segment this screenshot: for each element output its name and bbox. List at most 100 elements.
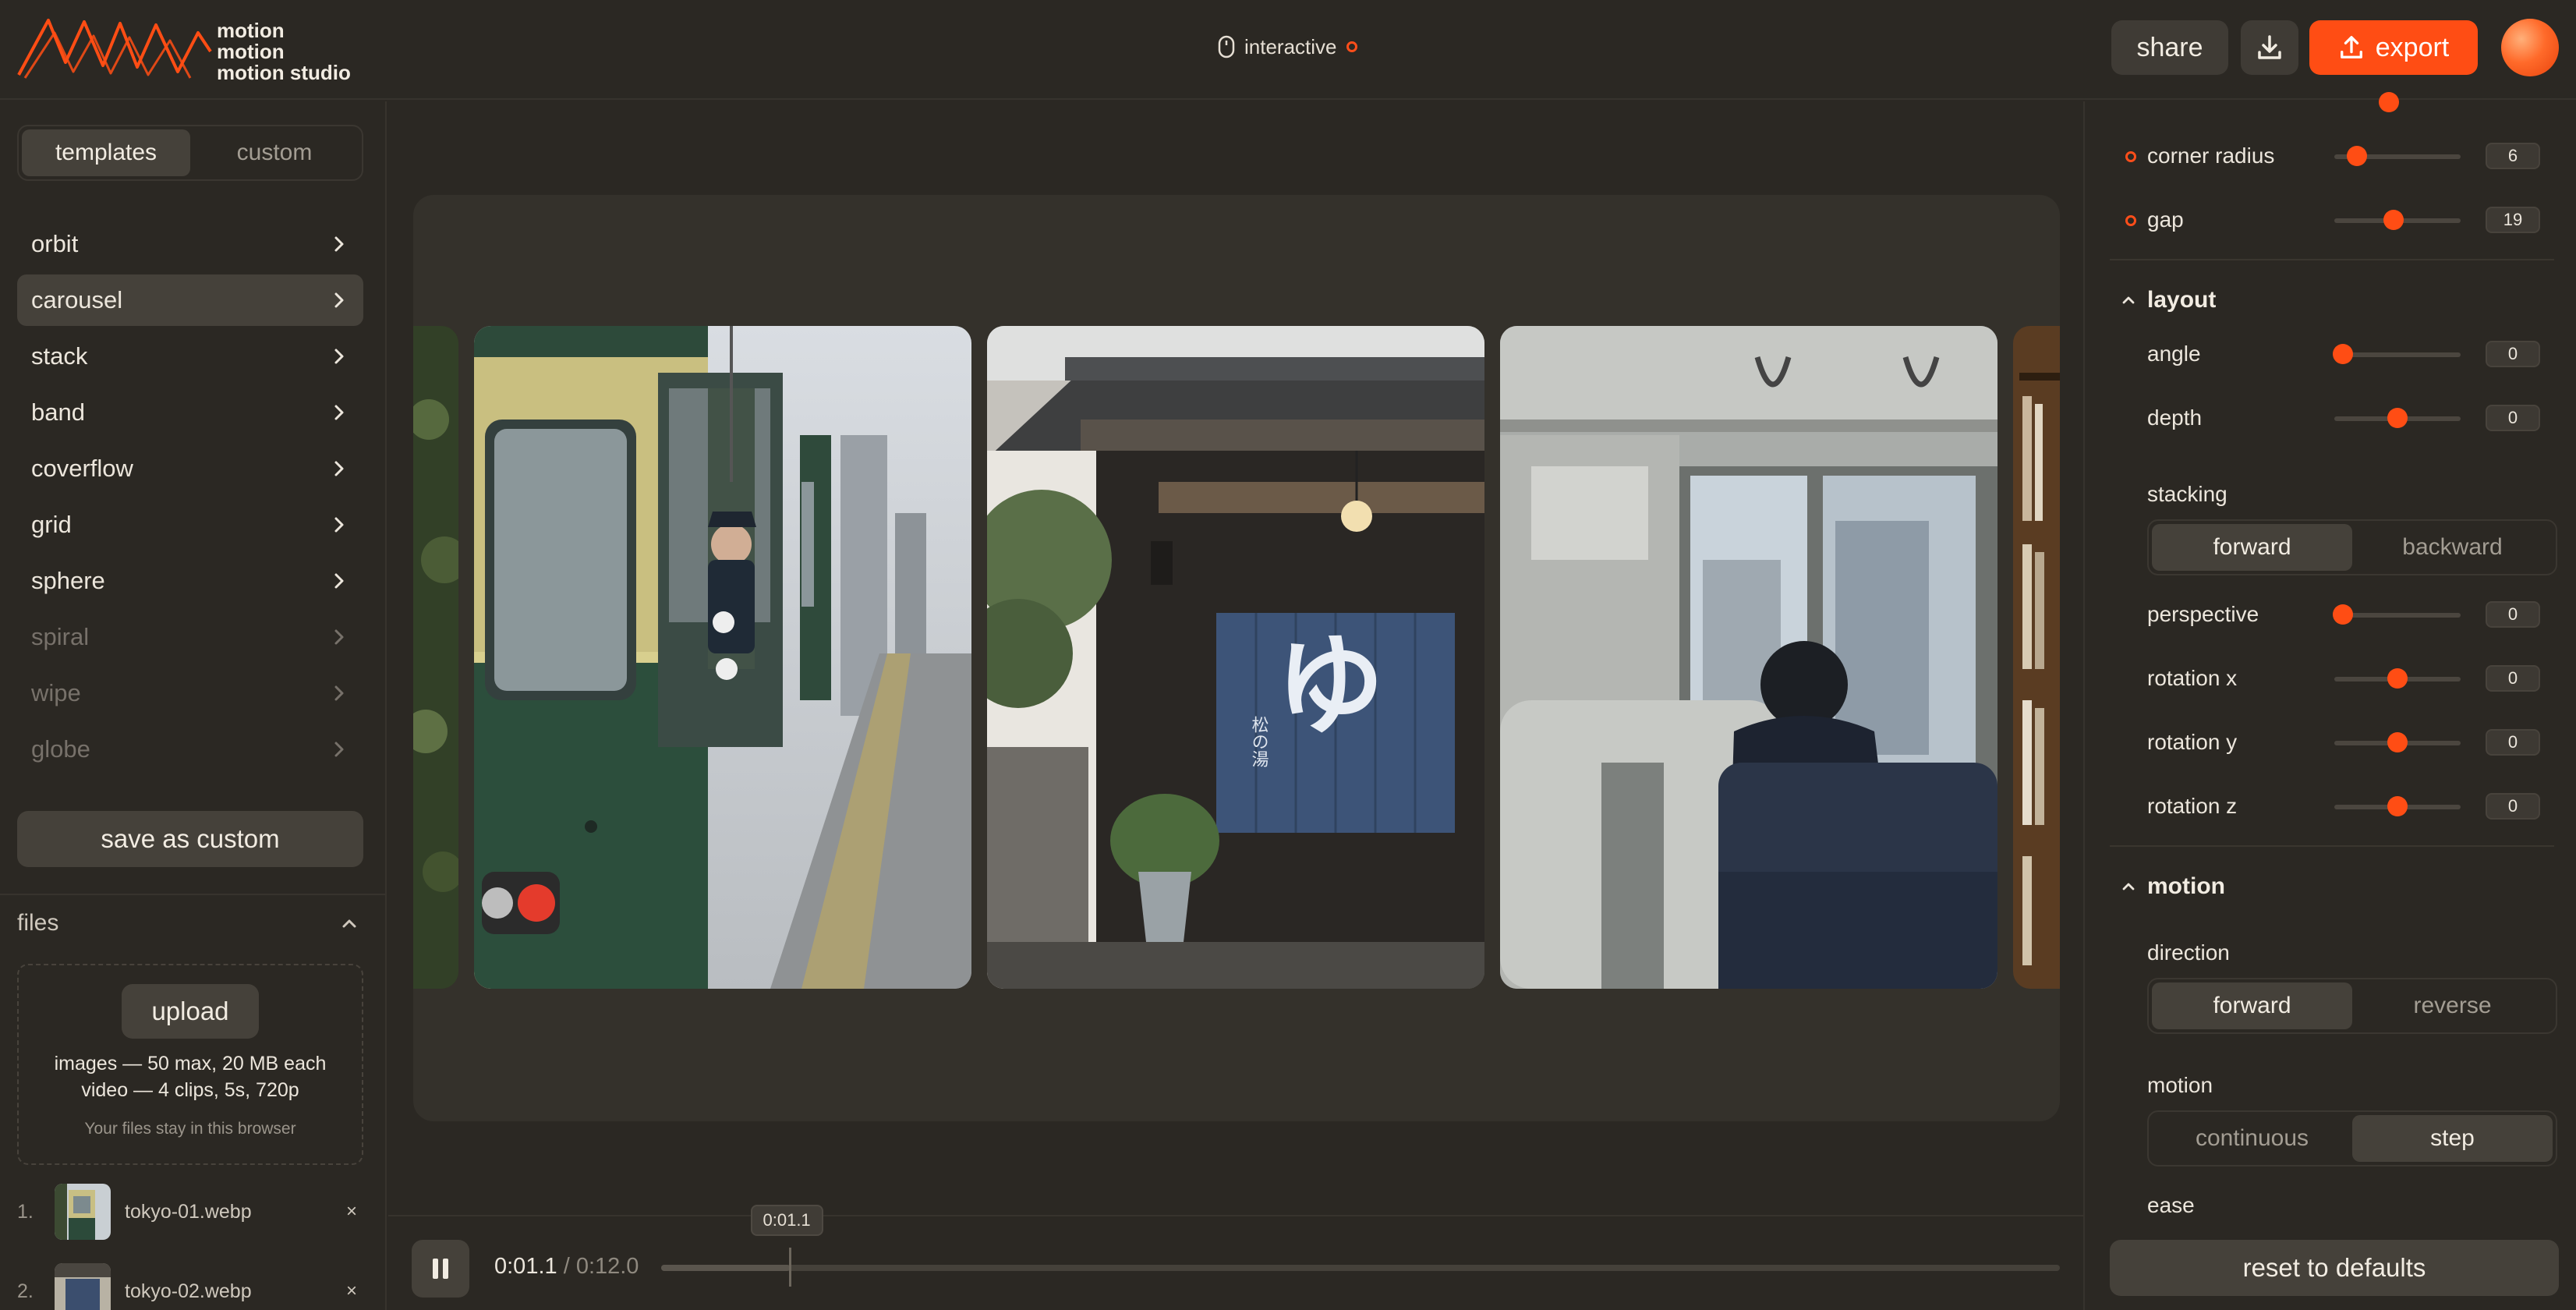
files-title: files (17, 910, 59, 936)
slider-knob[interactable] (2387, 408, 2408, 428)
chevron-right-icon (334, 292, 344, 308)
playhead-tooltip: 0:01.1 (750, 1205, 823, 1236)
chevron-right-icon (334, 742, 344, 757)
avatar[interactable] (2501, 19, 2559, 76)
carousel-photo: ゆ 松の湯 (987, 326, 1484, 989)
template-item-stack[interactable]: stack (17, 331, 363, 382)
template-item-globe[interactable]: globe (17, 724, 363, 775)
control-label: perspective (2147, 602, 2259, 626)
segment-option-continuous[interactable]: continuous (2152, 1115, 2352, 1162)
segment-option-forward[interactable]: forward (2152, 982, 2352, 1029)
reset-to-defaults-button[interactable]: reset to defaults (2110, 1240, 2559, 1296)
section-title[interactable]: motion (2147, 873, 2225, 900)
file-name: tokyo-02.webp (125, 1280, 252, 1302)
divider (2110, 259, 2554, 260)
logo-line: motion (217, 19, 285, 42)
slider-knob[interactable] (2387, 668, 2408, 689)
tab-templates[interactable]: templates (22, 129, 190, 176)
chevron-right-icon (334, 236, 344, 252)
file-index: 1. (17, 1200, 34, 1223)
interaction-mode-indicator[interactable]: interactive (1218, 31, 1357, 62)
segmented-control: forward backward (2147, 519, 2557, 575)
value-field[interactable]: 19 (2486, 207, 2540, 233)
curtain-subtext: 松の湯 (1249, 716, 1269, 767)
chevron-up-icon[interactable] (338, 912, 360, 934)
segment-option-reverse[interactable]: reverse (2352, 982, 2553, 1029)
control-label: ease (2147, 1193, 2195, 1217)
divider (2110, 845, 2554, 847)
template-item-band[interactable]: band (17, 387, 363, 438)
segment-option-backward[interactable]: backward (2352, 524, 2553, 571)
template-item-wipe[interactable]: wipe (17, 667, 363, 719)
chevron-right-icon (334, 461, 344, 476)
file-thumbnail (55, 1184, 111, 1240)
segment-option-forward[interactable]: forward (2152, 524, 2352, 571)
file-item[interactable]: 1. tokyo-01.webp × (17, 1181, 363, 1243)
value-field[interactable]: 6 (2486, 143, 2540, 169)
mode-label: interactive (1244, 34, 1337, 58)
files-section-header[interactable]: files (17, 906, 360, 940)
keyframe-dot[interactable] (2125, 151, 2136, 162)
remove-file-icon[interactable]: × (340, 1201, 363, 1223)
control-label: angle (2147, 342, 2201, 366)
pause-icon (433, 1259, 448, 1279)
template-item-label: wipe (31, 679, 81, 706)
value-field[interactable]: 0 (2486, 341, 2540, 367)
control-label: rotation x (2147, 666, 2238, 690)
time-readout: 0:01.1 / 0:12.0 (494, 1254, 639, 1280)
chevron-right-icon (334, 405, 344, 420)
template-item-carousel[interactable]: carousel (17, 274, 363, 326)
file-name: tokyo-01.webp (125, 1200, 252, 1223)
control-label: depth (2147, 405, 2203, 430)
slider-track[interactable] (2334, 352, 2461, 357)
mouse-icon (1218, 35, 1235, 58)
template-item-label: grid (31, 511, 72, 538)
remove-file-icon[interactable]: × (340, 1280, 363, 1302)
pause-button[interactable] (412, 1240, 469, 1298)
scrubber-track[interactable] (661, 1265, 2060, 1271)
export-button[interactable]: export (2309, 20, 2478, 75)
save-as-custom-button[interactable]: save as custom (17, 811, 363, 867)
value-field[interactable]: 0 (2486, 601, 2540, 628)
control-label: direction (2147, 940, 2230, 965)
slider-knob[interactable] (2387, 796, 2408, 816)
status-dot (1346, 41, 1357, 52)
slider-track[interactable] (2334, 613, 2461, 618)
value-field[interactable]: 0 (2486, 793, 2540, 820)
template-item-orbit[interactable]: orbit (17, 218, 363, 270)
tab-custom[interactable]: custom (190, 129, 359, 176)
value-field[interactable]: 0 (2486, 729, 2540, 756)
divider (0, 894, 387, 895)
chevron-right-icon (334, 685, 344, 701)
slider-knob[interactable] (2347, 146, 2368, 166)
segment-option-step[interactable]: step (2352, 1115, 2553, 1162)
slider-knob[interactable] (2378, 92, 2399, 112)
template-item-label: sphere (31, 567, 105, 594)
download-button[interactable] (2241, 20, 2298, 75)
chevron-up-icon[interactable] (2119, 291, 2138, 310)
template-item-spiral[interactable]: spiral (17, 611, 363, 663)
slider-knob[interactable] (2387, 732, 2408, 752)
scrubber-playhead[interactable] (788, 1248, 791, 1287)
file-item[interactable]: 2. tokyo-02.webp × (17, 1260, 363, 1310)
value-field[interactable]: 0 (2486, 665, 2540, 692)
template-item-sphere[interactable]: sphere (17, 555, 363, 607)
scrubber-progress (661, 1265, 790, 1271)
template-source-tabs: templates custom (17, 125, 363, 181)
control-label: rotation y (2147, 730, 2238, 754)
keyframe-dot[interactable] (2125, 215, 2136, 226)
template-item-label: stack (31, 342, 88, 370)
template-item-coverflow[interactable]: coverflow (17, 443, 363, 494)
upload-button[interactable]: upload (122, 984, 259, 1039)
control-label: motion (2147, 1073, 2213, 1097)
control-label: gap (2147, 207, 2184, 232)
preview-stage[interactable]: ゆ 松の湯 (413, 195, 2060, 1121)
value-field[interactable]: 0 (2486, 405, 2540, 431)
privacy-note: Your files stay in this browser (84, 1120, 296, 1138)
section-title[interactable]: layout (2147, 287, 2216, 313)
segmented-control: continuous step (2147, 1110, 2557, 1167)
chevron-up-icon[interactable] (2119, 877, 2138, 896)
share-button[interactable]: share (2111, 20, 2228, 75)
slider-knob[interactable] (2383, 210, 2404, 230)
template-item-grid[interactable]: grid (17, 499, 363, 551)
